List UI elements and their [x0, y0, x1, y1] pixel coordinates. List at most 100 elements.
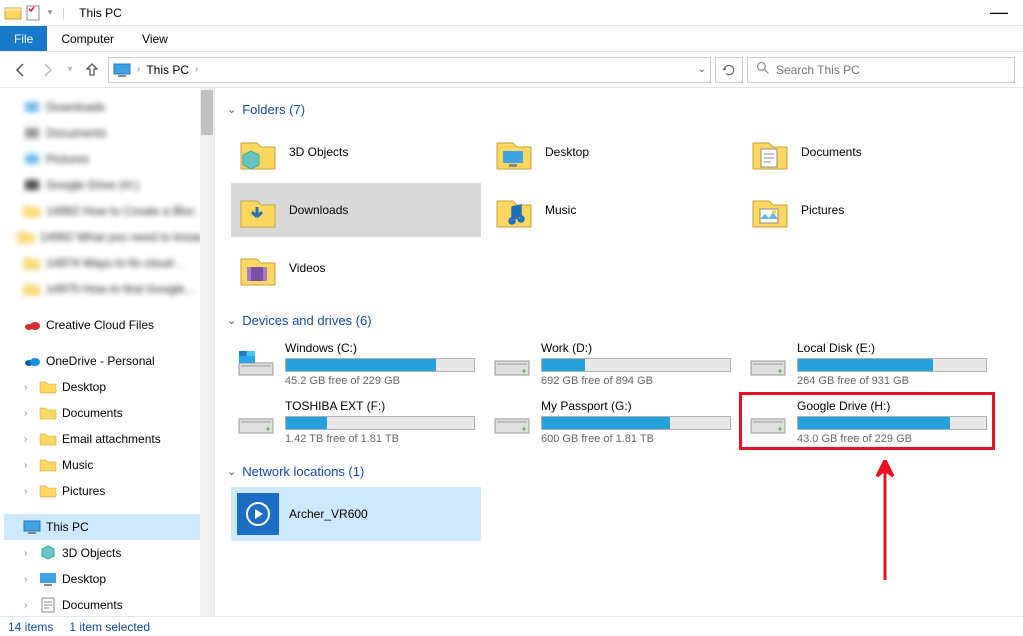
folder-icon: [39, 430, 57, 448]
onedrive-icon: [23, 352, 41, 370]
folder-icon: [23, 254, 41, 272]
search-icon: [756, 61, 770, 78]
breadcrumb[interactable]: This PC: [146, 63, 189, 77]
drive-free-text: 43.0 GB free of 229 GB: [797, 433, 987, 445]
folder-icon: [23, 124, 41, 142]
tab-file[interactable]: File: [0, 26, 47, 51]
group-folders-header[interactable]: ⌄ Folders (7): [227, 102, 1011, 117]
folder-icon: [23, 98, 41, 116]
folder-item-downloads[interactable]: Downloads: [231, 183, 481, 237]
qat-dropdown-icon[interactable]: ▾: [44, 4, 56, 22]
tree-item[interactable]: ›Desktop: [4, 374, 214, 400]
tree-item[interactable]: 14992 What you need to know…: [4, 224, 214, 250]
status-item-count: 14 items: [8, 620, 53, 634]
drive-item[interactable]: TOSHIBA EXT (F:)1.42 TB free of 1.81 TB: [231, 394, 481, 450]
minimize-button[interactable]: —: [979, 2, 1019, 23]
back-button[interactable]: [8, 58, 32, 82]
tree-item[interactable]: ›3D Objects: [4, 540, 214, 566]
tree-item[interactable]: ›Pictures: [4, 478, 214, 504]
drive-free-text: 264 GB free of 931 GB: [797, 375, 987, 387]
drive-item[interactable]: Google Drive (H:)43.0 GB free of 229 GB: [743, 394, 993, 450]
thispc-icon: [113, 61, 131, 79]
media-device-icon: [237, 493, 279, 535]
tree-item[interactable]: ›Documents: [4, 592, 214, 616]
tab-computer[interactable]: Computer: [47, 26, 128, 51]
capacity-bar: [797, 416, 987, 430]
folder-icon: [23, 280, 41, 298]
folder-icon: [39, 456, 57, 474]
tree-item[interactable]: ›Email attachments: [4, 426, 214, 452]
tree-item[interactable]: This PC: [4, 514, 214, 540]
drive-icon: [493, 407, 531, 437]
refresh-button[interactable]: [715, 57, 743, 83]
tree-item[interactable]: Google Drive (H:): [4, 172, 214, 198]
properties-icon[interactable]: [24, 4, 42, 22]
window-title: This PC: [79, 6, 122, 20]
tree-item[interactable]: 14975 How to find Google…: [4, 276, 214, 302]
folder-item-documents[interactable]: Documents: [743, 125, 993, 179]
ribbon: File Computer View: [0, 26, 1023, 52]
status-selected-count: 1 item selected: [69, 620, 150, 634]
recent-dropdown[interactable]: ▾: [64, 58, 76, 82]
folder-label: Documents: [801, 145, 862, 159]
scrollbar[interactable]: [200, 88, 214, 616]
folder-icon: [39, 378, 57, 396]
tree-item[interactable]: 14974 Ways to fix cloud…: [4, 250, 214, 276]
folder-icon: [237, 131, 279, 173]
folder-item-pictures[interactable]: Pictures: [743, 183, 993, 237]
folder-icon: [39, 482, 57, 500]
tree-item[interactable]: ›Desktop: [4, 566, 214, 592]
drive-label: Windows (C:): [285, 341, 475, 355]
drive-item[interactable]: Local Disk (E:)264 GB free of 931 GB: [743, 336, 993, 392]
search-box[interactable]: [747, 57, 1015, 83]
folder-item-desktop[interactable]: Desktop: [487, 125, 737, 179]
address-bar[interactable]: › This PC › ⌄: [108, 57, 711, 83]
address-dropdown-icon[interactable]: ⌄: [698, 64, 706, 75]
tree-item[interactable]: Downloads: [4, 94, 214, 120]
thispc-icon: [23, 518, 41, 536]
folder-icon: [23, 150, 41, 168]
drive-free-text: 600 GB free of 1.81 TB: [541, 433, 731, 445]
group-drives-header[interactable]: ⌄ Devices and drives (6): [227, 313, 1011, 328]
folder-label: Pictures: [801, 203, 844, 217]
search-input[interactable]: [776, 63, 1006, 77]
up-button[interactable]: [80, 58, 104, 82]
title-bar: ▾ | This PC —: [0, 0, 1023, 26]
folder-icon: [39, 404, 57, 422]
capacity-bar: [285, 416, 475, 430]
scrollbar-thumb[interactable]: [201, 90, 213, 135]
chevron-right-icon[interactable]: ›: [137, 64, 140, 75]
folder-label: Music: [545, 203, 576, 217]
drive-item[interactable]: Windows (C:) 45.2 GB free of 229 GB: [231, 336, 481, 392]
drive-item[interactable]: My Passport (G:)600 GB free of 1.81 TB: [487, 394, 737, 450]
network-item[interactable]: Archer_VR600: [231, 487, 481, 541]
folder-item-videos[interactable]: Videos: [231, 241, 481, 295]
chevron-right-icon[interactable]: ›: [195, 64, 198, 75]
folder-icon: [39, 596, 57, 614]
tree-item[interactable]: Creative Cloud Files: [4, 312, 214, 338]
group-network-header[interactable]: ⌄ Network locations (1): [227, 464, 1011, 479]
folder-icon: [493, 131, 535, 173]
drive-label: Work (D:): [541, 341, 731, 355]
tree-item[interactable]: 14992 How to Create a Blur…: [4, 198, 214, 224]
tree-item[interactable]: ›Documents: [4, 400, 214, 426]
content-area: ⌄ Folders (7) 3D Objects Desktop Documents…: [215, 88, 1023, 616]
tree-item[interactable]: Pictures: [4, 146, 214, 172]
drive-icon: [493, 349, 531, 379]
drive-free-text: 45.2 GB free of 229 GB: [285, 375, 475, 387]
folder-label: 3D Objects: [289, 145, 348, 159]
tree-item[interactable]: Documents: [4, 120, 214, 146]
capacity-bar: [541, 416, 731, 430]
drive-item[interactable]: Work (D:)692 GB free of 894 GB: [487, 336, 737, 392]
forward-button[interactable]: [36, 58, 60, 82]
tree-item[interactable]: OneDrive - Personal: [4, 348, 214, 374]
chevron-down-icon: ⌄: [227, 465, 236, 478]
folder-icon: [493, 189, 535, 231]
drive-free-text: 1.42 TB free of 1.81 TB: [285, 433, 475, 445]
capacity-bar: [797, 358, 987, 372]
folder-item-3d-objects[interactable]: 3D Objects: [231, 125, 481, 179]
navigation-pane: DownloadsDocumentsPicturesGoogle Drive (…: [0, 88, 215, 616]
folder-item-music[interactable]: Music: [487, 183, 737, 237]
tab-view[interactable]: View: [128, 26, 182, 51]
tree-item[interactable]: ›Music: [4, 452, 214, 478]
